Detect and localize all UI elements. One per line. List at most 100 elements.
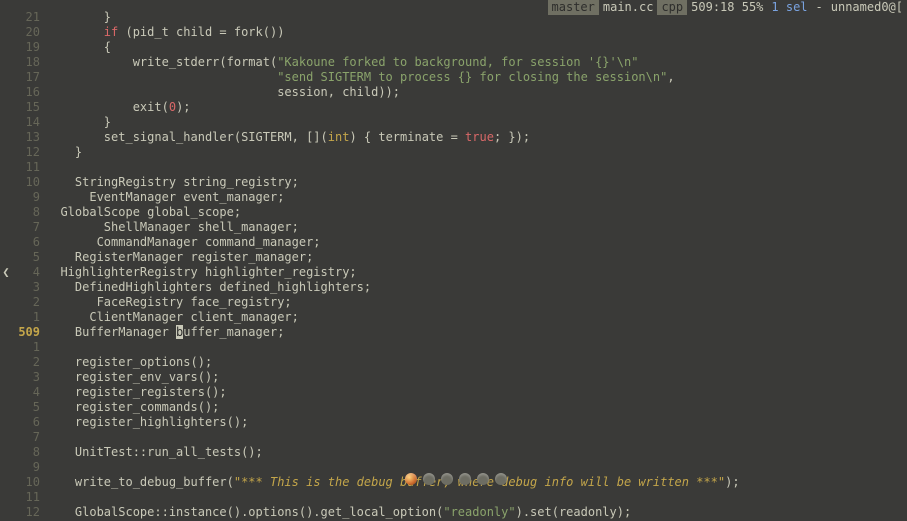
code-content	[46, 340, 907, 355]
code-line[interactable]: 1	[0, 340, 907, 355]
code-content: register_commands();	[46, 400, 907, 415]
code-line[interactable]: 8 UnitTest::run_all_tests();	[0, 445, 907, 460]
wrap-indicator-icon	[0, 445, 12, 460]
code-line[interactable]: 9 EventManager event_manager;	[0, 190, 907, 205]
line-number: 7	[12, 430, 46, 445]
code-line[interactable]: 4 register_registers();	[0, 385, 907, 400]
code-line[interactable]: 5 RegisterManager register_manager;	[0, 250, 907, 265]
code-content: register_highlighters();	[46, 415, 907, 430]
code-line[interactable]: 7 ShellManager shell_manager;	[0, 220, 907, 235]
code-line[interactable]: 17 "send SIGTERM to process {} for closi…	[0, 70, 907, 85]
wrap-indicator-icon	[0, 205, 12, 220]
wrap-indicator-icon: ❮	[0, 265, 12, 280]
code-content: exit(0);	[46, 100, 907, 115]
wrap-indicator-icon	[0, 340, 12, 355]
pager-dot[interactable]	[477, 473, 489, 485]
code-content: register_registers();	[46, 385, 907, 400]
pager-dot[interactable]	[459, 473, 471, 485]
wrap-indicator-icon	[0, 490, 12, 505]
wrap-indicator-icon	[0, 505, 12, 520]
line-number-current: 509	[12, 325, 46, 340]
code-line[interactable]: 11	[0, 490, 907, 505]
wrap-indicator-icon	[0, 40, 12, 55]
line-number: 1	[12, 340, 46, 355]
code-content: DefinedHighlighters defined_highlighters…	[46, 280, 907, 295]
code-line[interactable]: 15 exit(0);	[0, 100, 907, 115]
code-line[interactable]: 11	[0, 160, 907, 175]
code-line[interactable]: 21 }	[0, 10, 907, 25]
code-content: RegisterManager register_manager;	[46, 250, 907, 265]
line-number: 20	[12, 25, 46, 40]
line-number: 9	[12, 190, 46, 205]
code-line[interactable]: 18 write_stderr(format("Kakoune forked t…	[0, 55, 907, 70]
pager-dot[interactable]	[441, 473, 453, 485]
wrap-indicator-icon	[0, 280, 12, 295]
code-content: set_signal_handler(SIGTERM, [](int) { te…	[46, 130, 907, 145]
line-number: 12	[12, 145, 46, 160]
code-line[interactable]: 3 register_env_vars();	[0, 370, 907, 385]
code-line[interactable]: 20 if (pid_t child = fork())	[0, 25, 907, 40]
line-number: 17	[12, 70, 46, 85]
code-content: GlobalScope global_scope;	[46, 205, 907, 220]
code-line[interactable]: 6 CommandManager command_manager;	[0, 235, 907, 250]
code-line[interactable]: 6 register_highlighters();	[0, 415, 907, 430]
code-content: FaceRegistry face_registry;	[46, 295, 907, 310]
line-number: 15	[12, 100, 46, 115]
code-line[interactable]: 12 GlobalScope::instance().options().get…	[0, 505, 907, 520]
code-line[interactable]: 5 register_commands();	[0, 400, 907, 415]
line-number: 2	[12, 295, 46, 310]
code-line[interactable]: ❮4 HighlighterRegistry highlighter_regis…	[0, 265, 907, 280]
code-line[interactable]: 3 DefinedHighlighters defined_highlighte…	[0, 280, 907, 295]
wrap-indicator-icon	[0, 385, 12, 400]
code-line[interactable]: 19 {	[0, 40, 907, 55]
code-line[interactable]: 12 }	[0, 145, 907, 160]
wrap-indicator-icon	[0, 175, 12, 190]
code-line[interactable]: 8 GlobalScope global_scope;	[0, 205, 907, 220]
code-content: CommandManager command_manager;	[46, 235, 907, 250]
code-content	[46, 430, 907, 445]
wrap-indicator-icon	[0, 25, 12, 40]
code-line[interactable]: 509 BufferManager buffer_manager;	[0, 325, 907, 340]
line-number: 11	[12, 490, 46, 505]
wrap-indicator-icon	[0, 370, 12, 385]
code-content: ShellManager shell_manager;	[46, 220, 907, 235]
code-line[interactable]: 2 FaceRegistry face_registry;	[0, 295, 907, 310]
pager-dot-active[interactable]	[405, 473, 417, 485]
code-line[interactable]: 7	[0, 430, 907, 445]
line-number: 5	[12, 250, 46, 265]
line-number: 10	[12, 475, 46, 490]
code-content: register_env_vars();	[46, 370, 907, 385]
code-content: "send SIGTERM to process {} for closing …	[46, 70, 907, 85]
code-line[interactable]: 10 StringRegistry string_registry;	[0, 175, 907, 190]
wrap-indicator-icon	[0, 70, 12, 85]
line-number: 18	[12, 55, 46, 70]
line-number: 12	[12, 505, 46, 520]
line-number: 1	[12, 310, 46, 325]
pager-dot[interactable]	[423, 473, 435, 485]
editor-viewport[interactable]: 21 }20 if (pid_t child = fork())19 {18 w…	[0, 10, 907, 521]
code-line[interactable]: 14 }	[0, 115, 907, 130]
line-number: 13	[12, 130, 46, 145]
code-content: }	[46, 115, 907, 130]
code-content: session, child));	[46, 85, 907, 100]
wrap-indicator-icon	[0, 460, 12, 475]
wrap-indicator-icon	[0, 85, 12, 100]
code-content: HighlighterRegistry highlighter_registry…	[46, 265, 907, 280]
wrap-indicator-icon	[0, 430, 12, 445]
line-number: 3	[12, 370, 46, 385]
wrap-indicator-icon	[0, 100, 12, 115]
line-number: 6	[12, 415, 46, 430]
pager-dot[interactable]	[495, 473, 507, 485]
line-number: 4	[12, 265, 46, 280]
code-line[interactable]: 2 register_options();	[0, 355, 907, 370]
code-content: BufferManager buffer_manager;	[46, 325, 907, 340]
code-line[interactable]: 16 session, child));	[0, 85, 907, 100]
code-line[interactable]: 13 set_signal_handler(SIGTERM, [](int) {…	[0, 130, 907, 145]
wrap-indicator-icon	[0, 220, 12, 235]
line-number: 2	[12, 355, 46, 370]
wrap-indicator-icon	[0, 130, 12, 145]
code-line[interactable]: 1 ClientManager client_manager;	[0, 310, 907, 325]
line-number: 5	[12, 400, 46, 415]
line-number: 4	[12, 385, 46, 400]
wrap-indicator-icon	[0, 400, 12, 415]
